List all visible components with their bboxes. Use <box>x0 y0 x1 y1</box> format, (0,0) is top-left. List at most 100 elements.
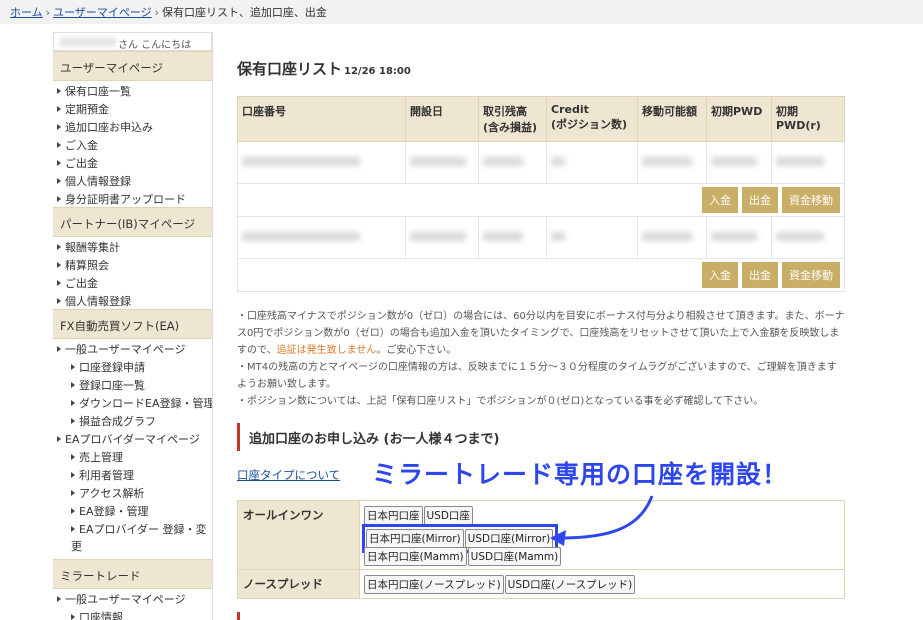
chevron-right-icon <box>57 262 61 268</box>
jpy-account-button[interactable]: 日本円口座 <box>364 506 423 525</box>
sidebar-item-ea-manage[interactable]: EA登録・管理 <box>53 501 212 519</box>
sidebar-item-partner-profile[interactable]: 個人情報登録 <box>53 291 212 309</box>
sidebar-item-mirror-account[interactable]: 口座情報 <box>53 607 212 620</box>
redacted-value <box>776 232 824 241</box>
row-label-nospread: ノースプレッド <box>237 569 360 599</box>
table-row <box>237 216 845 259</box>
chevron-right-icon <box>57 346 61 352</box>
note-3: ・ポジション数については、上記「保有口座リスト」でポジションが０(ゼロ)となって… <box>237 396 764 407</box>
timestamp: 12/26 18:00 <box>344 66 411 77</box>
chevron-right-icon <box>57 244 61 250</box>
chevron-right-icon <box>57 436 61 442</box>
sidebar-item-profile[interactable]: 個人情報登録 <box>53 171 212 189</box>
chevron-right-icon <box>57 178 61 184</box>
sidebar-item-add-account[interactable]: 追加口座お申込み <box>53 117 212 135</box>
sidebar-item-id-upload[interactable]: 身分証明書アップロード <box>53 189 212 207</box>
next-heading-marker <box>237 612 240 620</box>
notes: ・口座残高マイナスでポジション数が0（ゼロ）の場合には、60分以内を目安にボーナ… <box>237 308 845 410</box>
note-2: ・MT4の残高の方とマイページの口座情報の方は、反映までに１５分～３０分程度のタ… <box>237 362 837 390</box>
chevron-right-icon <box>57 160 61 166</box>
col-pwd: 初期PWD <box>706 96 772 142</box>
chevron-right-icon <box>71 490 75 496</box>
chevron-right-icon <box>71 526 75 532</box>
sidebar-item-deposit-term[interactable]: 定期預金 <box>53 99 212 117</box>
redacted-value <box>242 157 360 166</box>
sidebar-section-ea: FX自動売買ソフト(EA) <box>53 309 212 339</box>
page-title: 保有口座リスト 12/26 18:00 <box>237 60 411 78</box>
greeting: さん こんにちは <box>53 32 212 51</box>
arrow-curve-icon <box>550 495 654 546</box>
chevron-right-icon <box>57 142 61 148</box>
sidebar-item-partner-withdraw[interactable]: ご出金 <box>53 273 212 291</box>
callout-annotation: ミラートレード専用の口座を開設！ <box>372 460 789 489</box>
sidebar-item-ea-provider[interactable]: EAプロバイダーマイページ <box>53 429 212 447</box>
chevron-right-icon <box>71 382 75 388</box>
sidebar-item-rewards[interactable]: 報酬等集計 <box>53 237 212 255</box>
redacted-value <box>642 157 692 166</box>
table-row <box>237 141 845 184</box>
sidebar-item-users[interactable]: 利用者管理 <box>53 465 212 483</box>
sidebar-item-ea-graph[interactable]: 損益合成グラフ <box>53 411 212 429</box>
transfer-button[interactable]: 資金移動 <box>782 262 840 288</box>
sidebar-section-user: ユーザーマイページ <box>53 51 212 81</box>
redacted-value <box>410 232 466 241</box>
sidebar-item-sales[interactable]: 売上管理 <box>53 447 212 465</box>
redacted-value <box>483 157 523 166</box>
account-table: 口座番号 開設日 取引残高 (含み損益) Credit (ポジション数) 移動可… <box>237 96 845 292</box>
jpy-nospread-button[interactable]: 日本円口座(ノースプレッド) <box>364 575 504 594</box>
deposit-button[interactable]: 入金 <box>702 262 738 288</box>
chevron-right-icon <box>57 88 61 94</box>
sidebar-item-mirror-user[interactable]: 一般ユーザーマイページ <box>53 589 212 607</box>
usd-nospread-button[interactable]: USD口座(ノースプレッド) <box>504 575 636 594</box>
table-row: ノースプレッド 日本円口座(ノースプレッド) USD口座(ノースプレッド) <box>237 569 845 599</box>
sidebar-item-analytics[interactable]: アクセス解析 <box>53 483 212 501</box>
sidebar-item-withdraw[interactable]: ご出金 <box>53 153 212 171</box>
redacted-value <box>483 232 523 241</box>
sidebar-item-ea-list[interactable]: 登録口座一覧 <box>53 375 212 393</box>
chevron-right-icon <box>57 106 61 112</box>
chevron-right-icon <box>71 418 75 424</box>
withdraw-button[interactable]: 出金 <box>742 262 778 288</box>
col-balance: 取引残高 (含み損益) <box>478 96 547 142</box>
breadcrumb-mypage-link[interactable]: ユーザーマイページ <box>53 6 152 19</box>
sidebar-item-settlement[interactable]: 精算照会 <box>53 255 212 273</box>
usd-account-button[interactable]: USD口座 <box>423 506 473 525</box>
redacted-value <box>551 157 565 166</box>
table-action-row: 入金 出金 資金移動 <box>237 183 845 217</box>
chevron-right-icon <box>57 196 61 202</box>
breadcrumb-current: 保有口座リスト、追加口座、出金 <box>162 6 327 19</box>
sidebar-item-ea-register[interactable]: 口座登録申請 <box>53 357 212 375</box>
chevron-right-icon <box>57 596 61 602</box>
note-highlight: 追証は発生致しません <box>276 345 377 356</box>
chevron-right-icon <box>57 298 61 304</box>
col-movable: 移動可能額 <box>637 96 707 142</box>
add-account-heading: 追加口座のお申し込み (お一人様４つまで) <box>237 423 845 451</box>
chevron-right-icon: › <box>154 6 160 19</box>
breadcrumb-home-link[interactable]: ホーム <box>10 6 43 19</box>
chevron-right-icon <box>57 124 61 130</box>
sidebar-item-provider-register[interactable]: EAプロバイダー 登録・変更 <box>53 519 212 555</box>
chevron-right-icon: › <box>45 6 51 19</box>
usd-mamm-button[interactable]: USD口座(Mamm) <box>467 547 562 566</box>
col-account-number: 口座番号 <box>237 96 406 142</box>
jpy-mamm-button[interactable]: 日本円口座(Mamm) <box>364 547 467 566</box>
withdraw-button[interactable]: 出金 <box>742 187 778 213</box>
col-credit: Credit (ポジション数) <box>546 96 638 142</box>
deposit-button[interactable]: 入金 <box>702 187 738 213</box>
sidebar-item-ea-download[interactable]: ダウンロードEA登録・管理 <box>53 393 212 411</box>
chevron-right-icon <box>71 364 75 370</box>
col-open-date: 開設日 <box>405 96 479 142</box>
sidebar-item-ea-user[interactable]: 一般ユーザーマイページ <box>53 339 212 357</box>
chevron-right-icon <box>71 614 75 620</box>
account-type-link[interactable]: 口座タイプについて <box>237 467 340 483</box>
chevron-right-icon <box>71 400 75 406</box>
sidebar-section-partner: パートナー(IB)マイページ <box>53 207 212 237</box>
sidebar-item-accounts[interactable]: 保有口座一覧 <box>53 81 212 99</box>
chevron-right-icon <box>71 508 75 514</box>
col-pwd-r: 初期PWD(r) <box>771 96 845 142</box>
transfer-button[interactable]: 資金移動 <box>782 187 840 213</box>
breadcrumb: ホーム › ユーザーマイページ › 保有口座リスト、追加口座、出金 <box>0 0 923 24</box>
redacted-value <box>410 157 466 166</box>
sidebar-item-deposit[interactable]: ご入金 <box>53 135 212 153</box>
redacted-value <box>711 157 757 166</box>
